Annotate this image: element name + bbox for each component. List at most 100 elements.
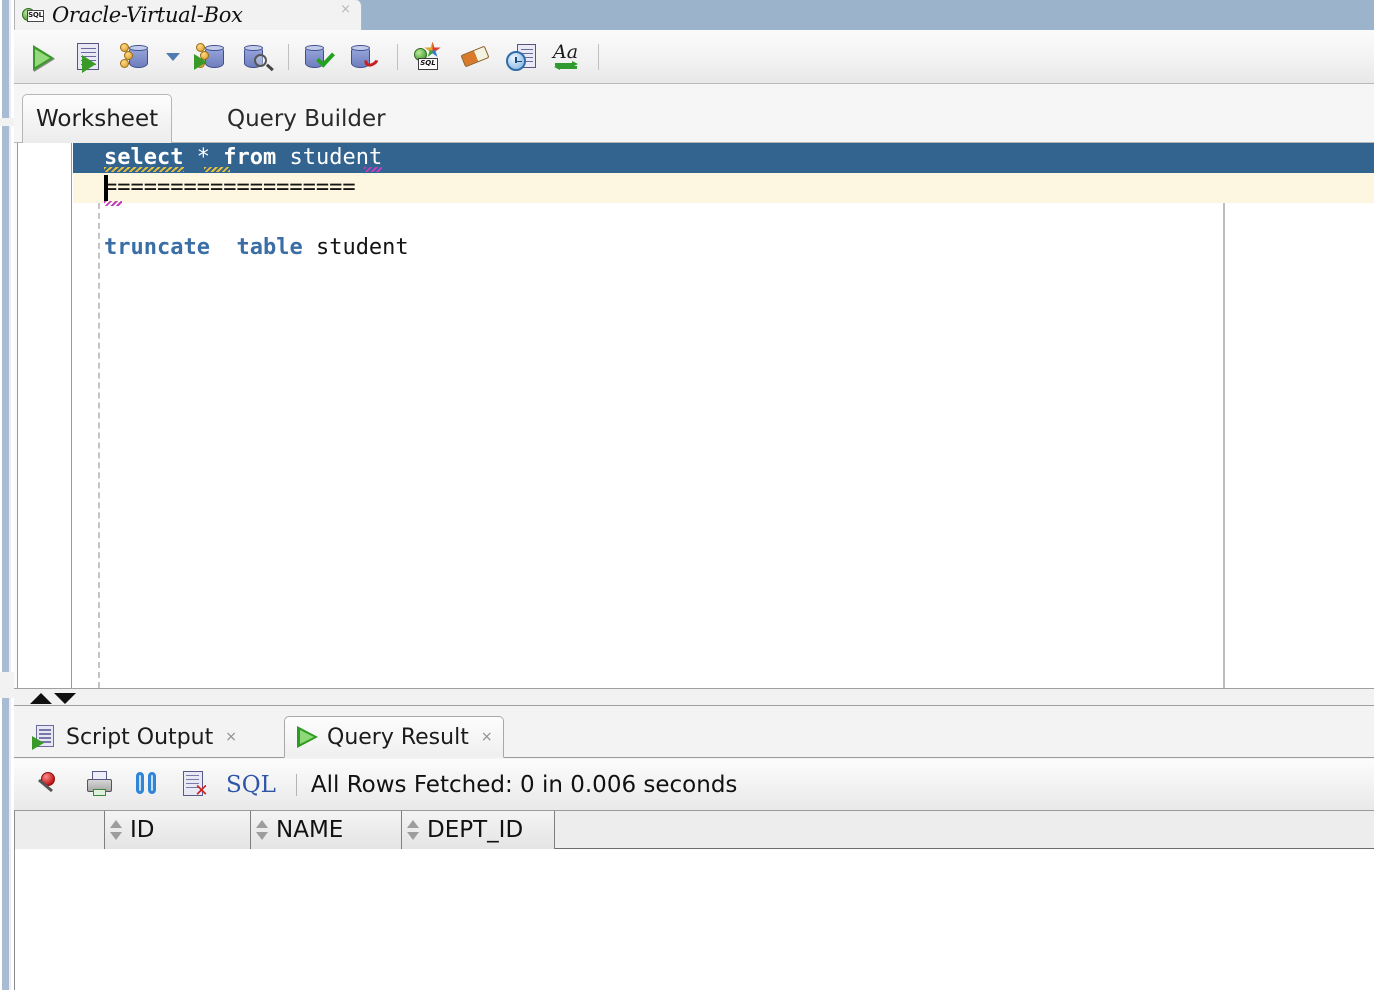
editor-line-2[interactable]: =================== xyxy=(73,173,1374,206)
sql-connection-icon: SQL xyxy=(22,6,44,25)
tab-query-builder-label: Query Builder xyxy=(227,105,386,132)
toolbar-separator-1 xyxy=(288,43,289,70)
text-caret xyxy=(104,175,108,201)
print-icon xyxy=(84,769,116,801)
results-toolbar: ✕ SQL All Rows Fetched: 0 in 0.006 secon… xyxy=(14,759,1374,811)
editor-line-3[interactable] xyxy=(73,203,1374,233)
case-convert-icon: Aa xyxy=(550,40,584,74)
left-dock-strip-gap-top xyxy=(0,118,14,126)
run-script-icon xyxy=(72,40,106,74)
tab-worksheet[interactable]: Worksheet xyxy=(22,94,173,143)
clear-sql-icon: ✕ xyxy=(180,769,212,801)
sql-connection-icon-label: SQL xyxy=(27,9,44,22)
toolbar-run-dropdown-button[interactable] xyxy=(158,35,188,79)
tab-query-result[interactable]: Query Result × xyxy=(284,716,504,758)
triangle-down-icon[interactable] xyxy=(54,693,76,704)
query-result-icon xyxy=(295,724,321,750)
left-dock-strip xyxy=(0,0,14,990)
sql-editor[interactable]: select * from student ==================… xyxy=(14,143,1374,688)
results-grid-column-id[interactable]: ID xyxy=(105,811,251,849)
toolbar-commit-button[interactable] xyxy=(297,35,343,79)
results-status-text: All Rows Fetched: 0 in 0.006 seconds xyxy=(310,771,738,798)
results-grid-column-name-label: NAME xyxy=(276,817,344,843)
toolbar-unshared-worksheet-button[interactable]: SQL xyxy=(406,35,452,79)
tab-worksheet-label: Worksheet xyxy=(36,106,159,132)
document-tab-label: Oracle-Virtual-Box xyxy=(52,3,243,27)
case-convert-icon-label: Aa xyxy=(553,40,579,63)
editor-warning-squiggle-select xyxy=(104,167,184,172)
sort-indicator-icon xyxy=(256,819,269,841)
results-grid-column-name[interactable]: NAME xyxy=(251,811,402,849)
toolbar-case-convert-button[interactable]: Aa xyxy=(544,35,590,79)
tab-script-output-label: Script Output xyxy=(66,724,214,750)
results-grid-column-id-label: ID xyxy=(130,817,155,843)
eraser-icon xyxy=(458,40,492,74)
rollback-icon xyxy=(349,40,383,74)
print-result-button[interactable] xyxy=(76,762,124,808)
editor-results-splitter[interactable] xyxy=(14,688,1374,706)
editor-line-1[interactable]: select * from student xyxy=(73,143,1374,173)
editor-line-4-kw-truncate: truncate xyxy=(104,235,210,260)
results-panel: Script Output × Query Result × ✕ SQL All… xyxy=(14,706,1374,990)
editor-error-squiggle-line1 xyxy=(364,167,382,172)
toolbar-separator-2 xyxy=(397,43,398,70)
toolbar-run-statement-button[interactable] xyxy=(20,35,66,79)
autotrace-icon xyxy=(194,40,228,74)
toolbar-clear-worksheet-button[interactable] xyxy=(452,35,498,79)
toolbar-run-script-button[interactable] xyxy=(66,35,112,79)
explain-plan-icon xyxy=(118,40,152,74)
clear-result-button[interactable]: ✕ xyxy=(172,762,220,808)
results-grid-column-dept-id-label: DEPT_ID xyxy=(427,817,524,843)
tab-query-builder[interactable]: Query Builder xyxy=(214,94,399,143)
editor-warning-squiggle-from xyxy=(204,167,230,172)
results-grid[interactable]: ID NAME DEPT_ID xyxy=(14,811,1374,990)
tab-query-result-close-icon[interactable]: × xyxy=(481,729,493,745)
editor-line-4-space-2 xyxy=(303,235,316,260)
editor-line-1-kw-from: from xyxy=(223,145,277,170)
toolbar-sql-history-button[interactable] xyxy=(498,35,544,79)
sort-indicator-icon xyxy=(407,819,420,841)
editor-line-4-kw-table: table xyxy=(236,235,303,260)
sql-developer-window: SQL Oracle-Virtual-Box × SQL Aa Workshee… xyxy=(0,0,1374,990)
play-icon xyxy=(26,40,60,74)
tab-query-result-label: Query Result xyxy=(327,724,469,750)
toolbar-rollback-button[interactable] xyxy=(343,35,389,79)
toolbar-explain-plan-button[interactable] xyxy=(112,35,158,79)
document-tab-close-icon[interactable]: × xyxy=(340,2,351,17)
editor-code-area[interactable]: select * from student ==================… xyxy=(73,143,1374,688)
results-grid-rownum-header[interactable] xyxy=(15,811,105,849)
results-tab-strip: Script Output × Query Result × xyxy=(14,710,1374,758)
results-toolbar-separator xyxy=(295,773,297,796)
pin-result-button[interactable] xyxy=(28,762,76,808)
editor-line-number-gutter[interactable] xyxy=(19,143,72,688)
fetch-all-rows-button[interactable] xyxy=(124,762,172,808)
script-output-icon xyxy=(32,724,58,750)
editor-line-4[interactable]: truncate table student xyxy=(73,233,1374,263)
toolbar-sql-tuning-advisor-button[interactable] xyxy=(234,35,280,79)
results-grid-header-row: ID NAME DEPT_ID xyxy=(15,811,1374,849)
triangle-up-icon[interactable] xyxy=(30,693,52,704)
unshared-sql-worksheet-icon-label: SQL xyxy=(418,57,438,70)
toolbar-separator-3 xyxy=(598,43,599,70)
editor-line-2-text: =================== xyxy=(104,175,356,200)
tab-script-output[interactable]: Script Output × xyxy=(22,716,247,758)
toolbar-autotrace-button[interactable] xyxy=(188,35,234,79)
chevron-down-icon xyxy=(166,52,180,61)
editor-line-1-identifier xyxy=(276,145,289,170)
pin-icon xyxy=(36,769,68,801)
sql-link[interactable]: SQL xyxy=(226,772,276,798)
document-tab-oracle-virtual-box[interactable]: SQL Oracle-Virtual-Box × xyxy=(14,0,362,30)
clock-history-icon xyxy=(504,40,538,74)
commit-check-icon xyxy=(303,40,337,74)
editor-marker-gutter[interactable] xyxy=(14,143,18,688)
worksheet-tab-strip: Worksheet Query Builder xyxy=(14,84,1374,143)
db-magnifier-icon xyxy=(240,40,274,74)
editor-line-4-space-1 xyxy=(210,235,237,260)
fetch-rows-icon xyxy=(132,769,164,801)
results-grid-column-dept-id[interactable]: DEPT_ID xyxy=(402,811,555,849)
results-grid-body[interactable] xyxy=(15,849,1374,989)
left-dock-strip-gap-bottom xyxy=(0,672,14,698)
tab-script-output-close-icon[interactable]: × xyxy=(225,729,237,745)
sort-indicator-icon xyxy=(110,819,123,841)
unshared-sql-worksheet-icon: SQL xyxy=(412,40,446,74)
